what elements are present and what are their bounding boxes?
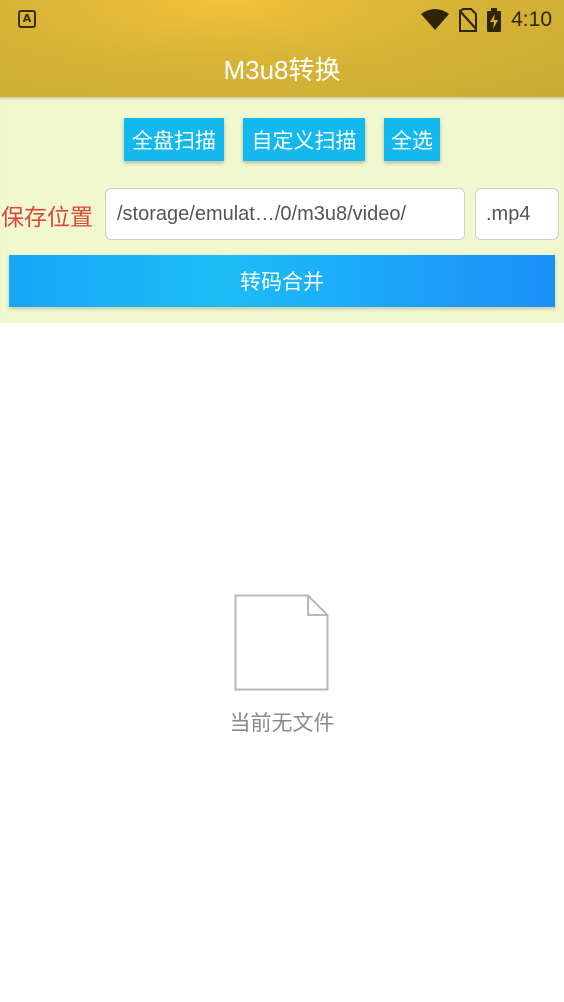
- custom-scan-button[interactable]: 自定义扫描: [243, 118, 365, 161]
- file-icon: [234, 594, 329, 691]
- status-icons: 4:10: [421, 7, 552, 33]
- save-path-value: /storage/emulat…/0/m3u8/video/: [117, 202, 407, 225]
- save-path-field[interactable]: /storage/emulat…/0/m3u8/video/: [105, 188, 465, 240]
- save-location-label: 保存位置: [1, 205, 93, 231]
- scan-all-button[interactable]: 全盘扫描: [124, 118, 224, 161]
- extension-value: .mp4: [486, 202, 531, 225]
- status-time: 4:10: [511, 8, 552, 31]
- notification-app-icon: A: [18, 10, 36, 28]
- control-panel: 全盘扫描 自定义扫描 全选 保存位置 /storage/emulat…/0/m3…: [0, 97, 564, 323]
- empty-state-text: 当前无文件: [229, 711, 335, 735]
- page-title: M3u8转换: [223, 55, 341, 85]
- battery-charging-icon: [487, 8, 502, 32]
- wifi-icon: [421, 9, 450, 30]
- status-bar: A 4:10: [0, 0, 564, 40]
- no-sim-icon: [459, 8, 478, 32]
- convert-merge-button[interactable]: 转码合并: [9, 255, 555, 307]
- extension-field[interactable]: .mp4: [475, 188, 559, 240]
- app-bar: A 4:10 M3u8转换: [0, 0, 564, 97]
- select-all-button[interactable]: 全选: [384, 118, 440, 161]
